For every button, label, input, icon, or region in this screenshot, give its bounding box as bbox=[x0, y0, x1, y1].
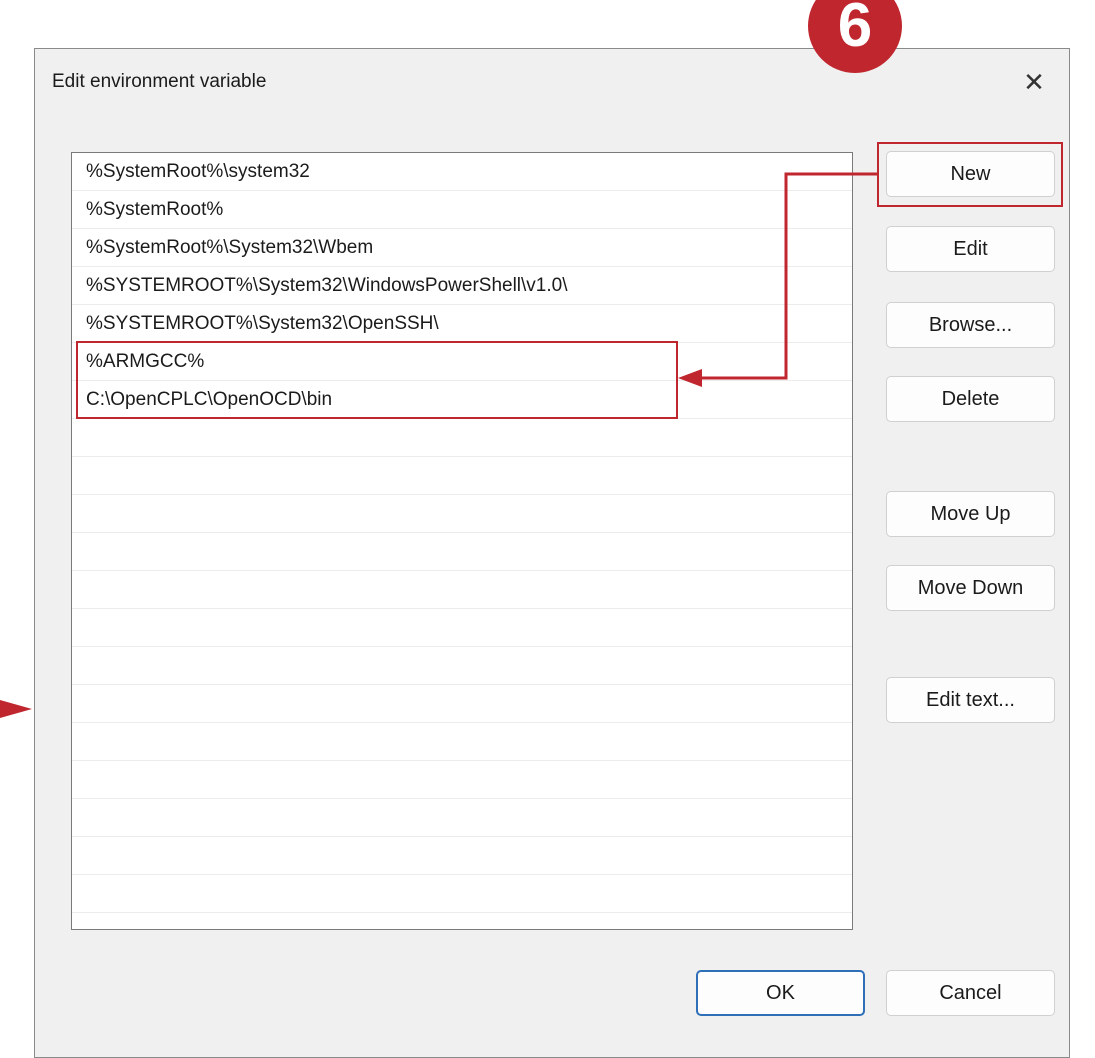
arrow-line bbox=[700, 172, 877, 380]
annotation-arrows bbox=[0, 172, 877, 718]
left-arrow-icon bbox=[0, 700, 32, 718]
arrow-head-icon bbox=[678, 369, 702, 387]
